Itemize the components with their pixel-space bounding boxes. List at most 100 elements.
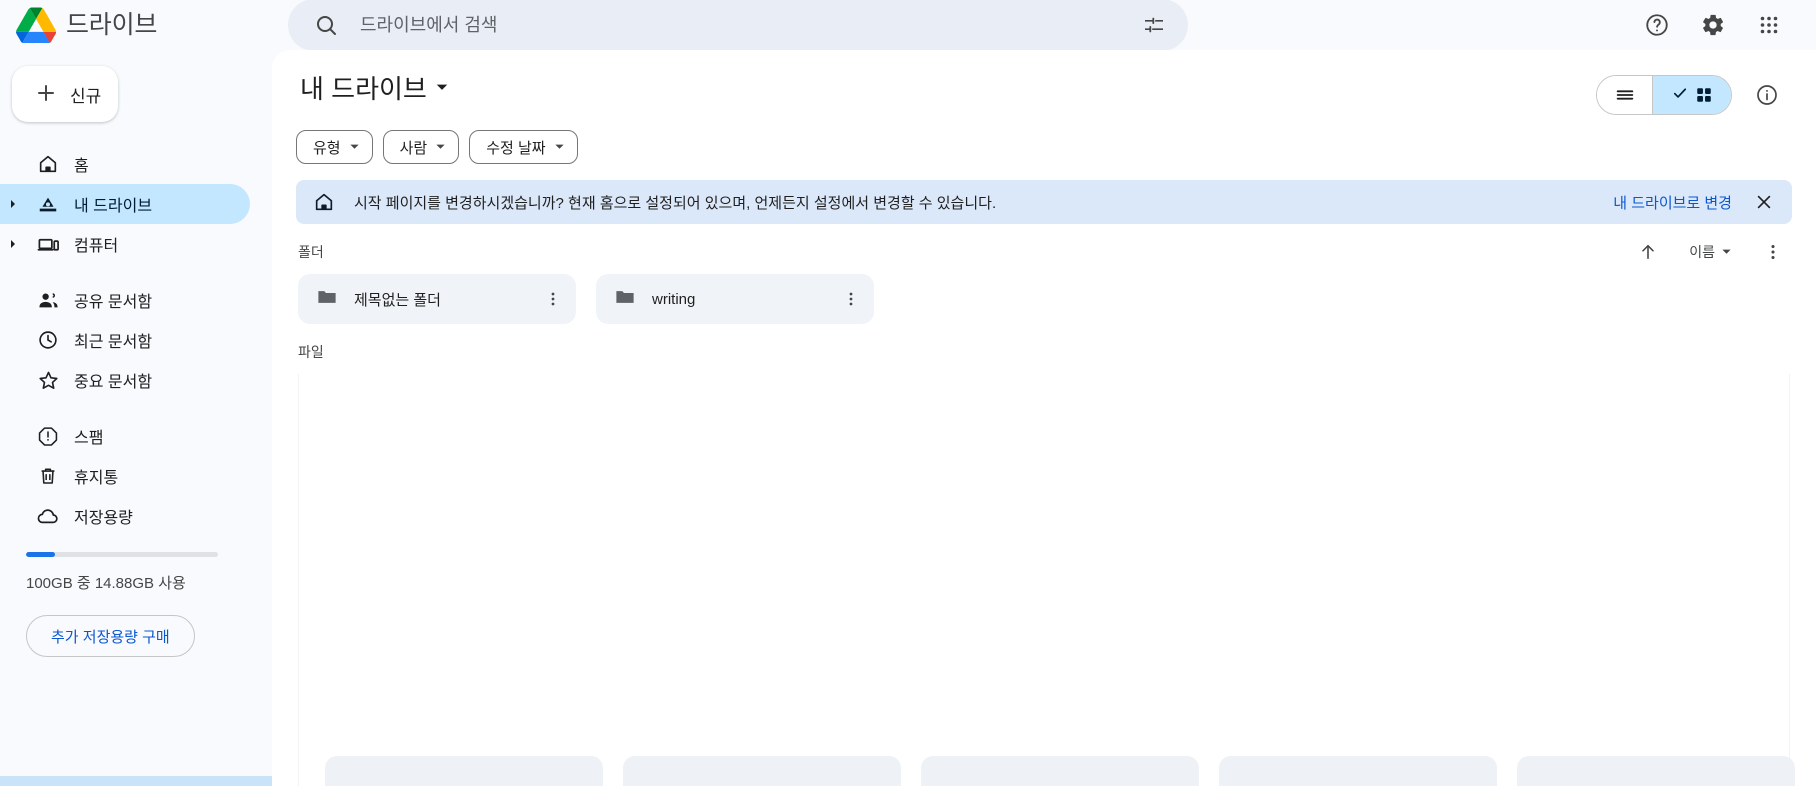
storage-usage-text: 100GB 중 14.88GB 사용	[26, 575, 186, 592]
folder-name: writing	[652, 290, 696, 308]
filter-chips: 유형 사람 수정 날짜	[272, 118, 1816, 164]
gear-icon[interactable]	[1690, 2, 1736, 48]
nav-divider-gap	[0, 400, 272, 416]
top-right-actions	[1634, 2, 1798, 48]
sidebar-item-label: 중요 문서함	[74, 374, 153, 391]
search-region	[288, 0, 1188, 51]
tune-icon[interactable]	[1134, 5, 1174, 45]
help-icon[interactable]	[1634, 2, 1680, 48]
apps-grid-icon[interactable]	[1746, 2, 1792, 48]
sidebar-item-label: 내 드라이브	[74, 198, 153, 215]
search-bar[interactable]	[288, 0, 1188, 51]
sidebar-item-spam[interactable]: 스팸	[0, 416, 250, 456]
file-skeleton-row	[299, 756, 1816, 786]
chevron-right-icon[interactable]	[4, 239, 22, 249]
sidebar-item-label: 스팸	[74, 430, 104, 447]
buy-storage-button[interactable]: 추가 저장용량 구매	[26, 615, 195, 657]
sidebar-nav: 홈 내 드라이브 컴퓨터 공유 문서함 최근 문서함 중요 문서함 스팸 휴지통…	[0, 144, 272, 536]
sidebar-item-home[interactable]: 홈	[0, 144, 250, 184]
file-skeleton-card	[1219, 756, 1497, 786]
kebab-menu-icon[interactable]	[836, 284, 866, 314]
storage-progress-fill	[26, 552, 55, 557]
filter-chip-people[interactable]: 사람	[382, 130, 460, 164]
info-icon[interactable]	[1744, 72, 1790, 118]
brand[interactable]: 드라이브	[16, 7, 288, 44]
filter-chip-label: 수정 날짜	[486, 139, 546, 157]
people-icon	[36, 288, 60, 312]
brand-name: 드라이브	[66, 10, 158, 39]
sidebar-item-label: 휴지통	[74, 470, 119, 487]
filter-chip-label: 사람	[399, 139, 428, 157]
view-controls	[1596, 68, 1790, 118]
folder-card[interactable]: 제목없는 폴더	[298, 274, 576, 324]
sort-by-label: 이름	[1689, 244, 1715, 260]
section-title: 폴더	[298, 244, 324, 260]
storage-progress-bar	[26, 552, 218, 557]
sidebar: 신규 홈 내 드라이브 컴퓨터 공유 문서함 최근 문서함 중요 문서함 스팸 …	[0, 50, 310, 786]
search-input[interactable]	[360, 14, 1120, 36]
storage-block: 100GB 중 14.88GB 사용 추가 저장용량 구매	[0, 542, 272, 657]
computer-icon	[36, 232, 60, 256]
spam-icon	[36, 424, 60, 448]
caret-down-icon	[435, 80, 449, 99]
sidebar-item-computers[interactable]: 컴퓨터	[0, 224, 250, 264]
file-skeleton-card	[623, 756, 901, 786]
cloud-icon	[36, 504, 60, 528]
folder-grid: 제목없는 폴더 writing	[272, 264, 1816, 324]
check-icon	[1671, 84, 1689, 107]
sidebar-item-recent[interactable]: 최근 문서함	[0, 320, 250, 360]
home-icon	[310, 188, 338, 216]
kebab-menu-icon[interactable]	[538, 284, 568, 314]
sidebar-item-label: 저장용량	[74, 510, 133, 527]
grid-squares-icon	[1697, 88, 1711, 102]
sidebar-item-trash[interactable]: 휴지통	[0, 456, 250, 496]
caret-down-icon	[1721, 244, 1732, 260]
file-skeleton-card	[921, 756, 1199, 786]
search-icon[interactable]	[306, 5, 346, 45]
clock-icon	[36, 328, 60, 352]
page-title-dropdown[interactable]: 내 드라이브	[296, 68, 457, 111]
trash-icon	[36, 464, 60, 488]
sidebar-item-starred[interactable]: 중요 문서함	[0, 360, 250, 400]
drive-app: 드라이브 드라이브에서 검색 신규 홈 내 드라이브 컴퓨터 공유 문서함 최근…	[0, 0, 1816, 786]
nav-divider-gap	[0, 264, 272, 280]
new-button[interactable]: 신규	[12, 66, 118, 122]
home-icon	[36, 152, 60, 176]
star-icon	[36, 368, 60, 392]
folder-card[interactable]: writing	[596, 274, 874, 324]
page-title: 내 드라이브	[300, 74, 427, 104]
chevron-right-icon[interactable]	[4, 199, 22, 209]
main-header: 내 드라이브	[272, 50, 1816, 118]
main-content: 내 드라이브 유형 사람 수정 날짜 시작 페이지를 변경하시겠습니까? 현재 …	[272, 50, 1816, 786]
plus-icon	[34, 81, 58, 108]
grid-view-icon[interactable]	[1653, 76, 1731, 114]
sidebar-item-label: 최근 문서함	[74, 334, 153, 351]
sidebar-item-label: 홈	[74, 158, 89, 175]
close-icon[interactable]	[1750, 188, 1778, 216]
my-drive-icon	[36, 192, 60, 216]
sidebar-item-shared[interactable]: 공유 문서함	[0, 280, 250, 320]
folder-icon	[614, 286, 636, 313]
caret-down-icon	[554, 139, 565, 156]
caret-down-icon	[435, 139, 446, 156]
banner-change-link[interactable]: 내 드라이브로 변경	[1613, 192, 1732, 213]
file-skeleton-card	[1517, 756, 1795, 786]
sidebar-item-my-drive[interactable]: 내 드라이브	[0, 184, 250, 224]
banner-message: 시작 페이지를 변경하시겠습니까? 현재 홈으로 설정되어 있으며, 언제든지 …	[354, 194, 997, 212]
section-title: 파일	[298, 344, 324, 360]
page-loading-indicator	[0, 776, 310, 786]
sidebar-item-storage[interactable]: 저장용량	[0, 496, 250, 536]
body: 신규 홈 내 드라이브 컴퓨터 공유 문서함 최근 문서함 중요 문서함 스팸 …	[0, 50, 1816, 786]
file-grid-loading-area	[298, 374, 1795, 786]
filter-chip-label: 유형	[313, 139, 341, 157]
filter-chip-type[interactable]: 유형	[296, 130, 373, 164]
banner-actions: 내 드라이브로 변경	[1613, 188, 1778, 216]
sidebar-item-label: 컴퓨터	[74, 238, 119, 255]
top-header: 드라이브	[0, 0, 1816, 51]
filter-chip-modified[interactable]: 수정 날짜	[469, 130, 578, 164]
list-view-icon[interactable]	[1597, 76, 1653, 114]
folder-icon	[316, 286, 338, 313]
caret-down-icon	[349, 139, 360, 156]
folders-section-header: 폴더 이름	[272, 224, 1816, 264]
file-skeleton-card	[325, 756, 603, 786]
